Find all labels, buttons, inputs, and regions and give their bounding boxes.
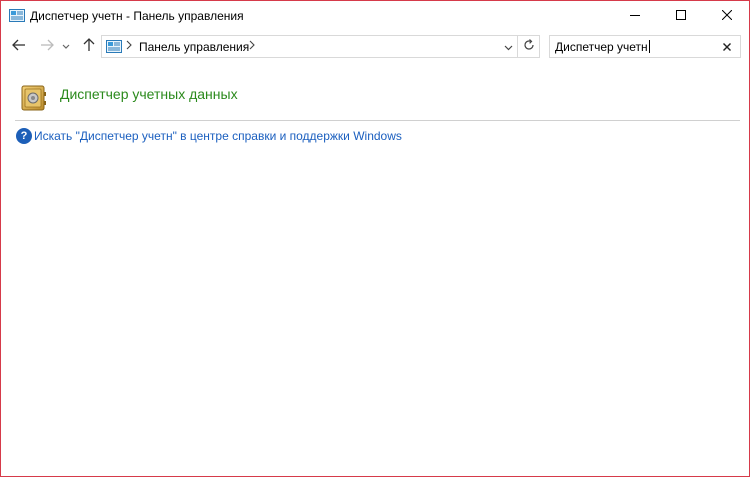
arrow-up-icon xyxy=(83,37,95,55)
breadcrumb-control-panel[interactable]: Панель управления xyxy=(139,40,249,54)
maximize-icon xyxy=(676,9,686,23)
minimize-button[interactable] xyxy=(612,1,658,31)
search-text: Диспетчер учетн xyxy=(555,40,648,54)
address-dropdown-button[interactable] xyxy=(499,36,517,57)
close-icon xyxy=(723,40,731,54)
search-input-value: Диспетчер учетн xyxy=(555,40,650,54)
control-panel-icon xyxy=(9,9,25,23)
control-panel-icon xyxy=(106,40,122,54)
refresh-icon xyxy=(523,39,535,54)
title-bar: Диспетчер учетн - Панель управления xyxy=(1,1,749,32)
divider xyxy=(15,120,740,121)
window: Диспетчер учетн - Панель управления Пане… xyxy=(0,0,750,477)
back-button[interactable] xyxy=(9,36,29,56)
forward-button[interactable] xyxy=(37,36,57,56)
chevron-down-icon xyxy=(504,40,513,54)
help-search-link[interactable]: Искать "Диспетчер учетн" в центре справк… xyxy=(34,129,402,143)
up-button[interactable] xyxy=(79,36,99,56)
close-icon xyxy=(721,9,733,23)
maximize-button[interactable] xyxy=(658,1,704,31)
result-title-link[interactable]: Диспетчер учетных данных xyxy=(60,86,238,102)
minimize-icon xyxy=(630,9,640,23)
text-caret xyxy=(648,40,650,53)
close-button[interactable] xyxy=(704,1,750,31)
search-clear-button[interactable] xyxy=(718,38,736,56)
help-icon: ? xyxy=(16,128,32,144)
credential-manager-icon[interactable] xyxy=(20,83,48,113)
address-bar[interactable]: Панель управления xyxy=(101,35,518,58)
breadcrumb-separator-icon[interactable] xyxy=(249,40,255,53)
arrow-left-icon xyxy=(12,39,26,54)
recent-locations-button[interactable] xyxy=(59,36,73,56)
arrow-right-icon xyxy=(40,39,54,54)
navigation-bar: Панель управления Диспетчер учетн xyxy=(1,32,749,62)
search-input[interactable]: Диспетчер учетн xyxy=(549,35,741,58)
breadcrumb-separator-icon[interactable] xyxy=(126,40,132,53)
window-title: Диспетчер учетн - Панель управления xyxy=(30,9,244,23)
chevron-down-icon xyxy=(62,39,70,53)
refresh-button[interactable] xyxy=(518,35,540,58)
